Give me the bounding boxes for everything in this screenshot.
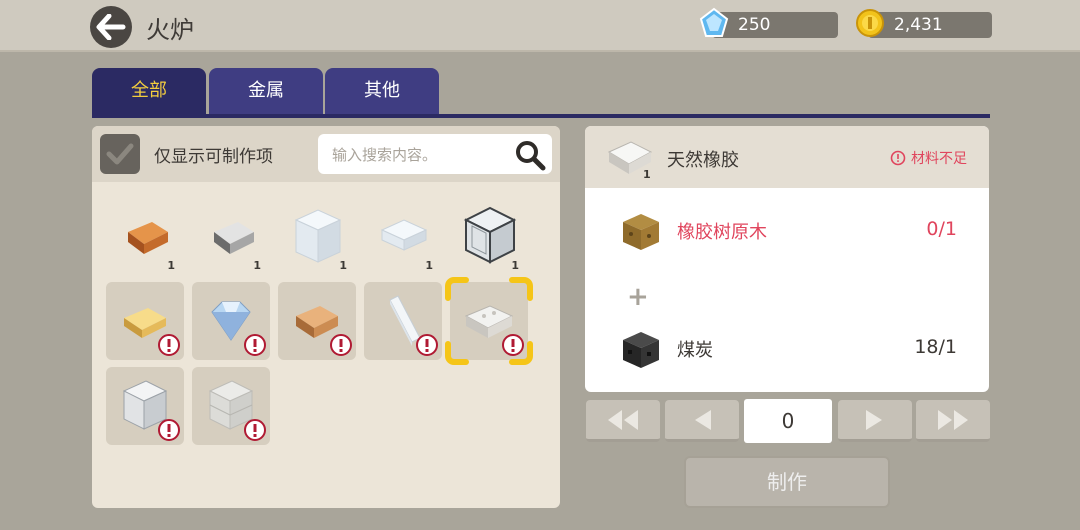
top-bar: 火炉 250 2,431: [0, 0, 1080, 52]
checkmark-icon: [106, 143, 134, 165]
item-quantity: 1: [425, 259, 433, 272]
item-white-block[interactable]: [106, 367, 184, 445]
rubber-tree-log-icon: [623, 214, 659, 250]
chevron-right-icon: [866, 409, 882, 430]
warning-icon: [244, 334, 266, 356]
warning-icon: [158, 334, 180, 356]
warning-icon: [244, 419, 266, 441]
warning-icon: [502, 334, 524, 356]
quantity-decrease-button[interactable]: [665, 400, 739, 442]
quantity-min-button[interactable]: [586, 400, 660, 442]
item-gold-ingot[interactable]: [106, 282, 184, 360]
back-button[interactable]: [90, 6, 132, 48]
tab-metal[interactable]: 金属: [209, 68, 323, 114]
recipe-output-qty: 1: [643, 168, 651, 181]
item-quantity: 1: [339, 259, 347, 272]
double-chevron-left-icon: [608, 409, 638, 430]
chevron-left-icon: [695, 409, 711, 430]
item-glass-block[interactable]: 1: [278, 200, 356, 278]
item-stone-brick-block[interactable]: [192, 367, 270, 445]
material-name: 煤炭: [677, 340, 713, 361]
search-input[interactable]: 输入搜索内容。: [318, 134, 552, 174]
item-quantity: 1: [167, 259, 175, 272]
insufficient-materials-status: 材料不足: [890, 148, 967, 168]
diamond-counter[interactable]: 250: [699, 7, 838, 38]
warning-icon: [158, 419, 180, 441]
craftable-only-checkbox[interactable]: [100, 134, 140, 174]
alert-icon: [890, 150, 906, 166]
quantity-max-button[interactable]: [916, 400, 990, 442]
status-text: 材料不足: [911, 151, 967, 167]
craftable-only-label: 仅显示可制作项: [154, 147, 273, 167]
quantity-increase-button[interactable]: [838, 400, 912, 442]
recipe-name: 天然橡胶: [667, 150, 739, 171]
item-iron-ingot[interactable]: 1: [192, 200, 270, 278]
page-title: 火炉: [146, 16, 194, 44]
recipe-detail-panel: 1 天然橡胶 材料不足 橡胶树原木 0/1 + 煤炭 18/1: [585, 126, 989, 392]
item-diamond[interactable]: [192, 282, 270, 360]
quantity-input[interactable]: 0: [744, 399, 832, 443]
coin-count: 2,431: [894, 15, 943, 35]
coin-icon: [854, 7, 886, 39]
item-glass-pane[interactable]: 1: [364, 200, 442, 278]
craft-button[interactable]: 制作: [684, 456, 890, 508]
warning-icon: [330, 334, 352, 356]
tab-other[interactable]: 其他: [325, 68, 439, 114]
tab-underline: [92, 114, 990, 118]
item-quantity: 1: [253, 259, 261, 272]
coal-icon: [623, 332, 659, 368]
recipe-list-panel: 仅显示可制作项 输入搜索内容。 1 1 1 1 1: [92, 126, 560, 508]
item-brick[interactable]: [278, 282, 356, 360]
filter-bar: 仅显示可制作项 输入搜索内容。: [92, 126, 560, 182]
tab-all[interactable]: 全部: [92, 68, 206, 114]
item-glass-sheet[interactable]: [364, 282, 442, 360]
material-name: 橡胶树原木: [677, 222, 767, 243]
diamond-icon: [698, 7, 730, 39]
material-count: 18/1: [914, 336, 957, 358]
material-row: 橡胶树原木 0/1: [585, 204, 989, 260]
plus-icon: +: [627, 282, 649, 312]
diamond-count: 250: [738, 15, 771, 35]
item-copper-ingot[interactable]: 1: [106, 200, 184, 278]
material-row: 煤炭 18/1: [585, 322, 989, 378]
item-quantity: 1: [511, 259, 519, 272]
search-placeholder: 输入搜索内容。: [332, 146, 438, 164]
warning-icon: [416, 334, 438, 356]
recipe-header: 1 天然橡胶 材料不足: [585, 126, 989, 188]
arrow-left-icon: [96, 14, 126, 40]
material-count: 0/1: [926, 218, 957, 240]
search-icon[interactable]: [514, 139, 546, 171]
item-quartz-block[interactable]: 1: [450, 200, 528, 278]
coin-counter[interactable]: 2,431: [856, 9, 992, 38]
double-chevron-right-icon: [938, 409, 968, 430]
item-natural-rubber[interactable]: [445, 277, 533, 365]
